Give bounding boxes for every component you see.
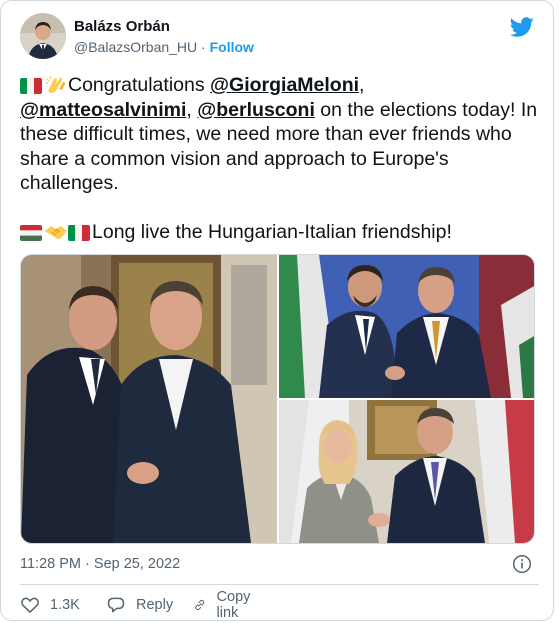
heart-icon [21,597,39,613]
tweet-text-intro: Congratulations [68,74,211,96]
divider [20,584,539,585]
mention-berlusconi[interactable]: @berlusconi [197,99,315,121]
clapping-hands-icon [46,75,65,93]
mention-giorgiameloni[interactable]: @GiorgiaMeloni [210,74,359,96]
tweet-timestamp[interactable]: 11:28 PM · Sep 25, 2022 [20,556,180,572]
photo-salvini-orban[interactable] [279,255,534,398]
like-button[interactable]: 1.3K [20,593,80,617]
copy-link-label: Copy link [216,589,251,621]
tweet-date: Sep 25, 2022 [93,556,181,572]
tweet-card: Balázs Orbán @BalazsOrban_HU · Follow Co… [0,0,554,621]
link-icon [195,599,205,611]
handle-separator: · [201,39,206,55]
tweet-text: Congratulations @GiorgiaMeloni, @matteos… [20,73,540,244]
handle-row: @BalazsOrban_HU · Follow [74,39,254,55]
photo-meloni-orban[interactable] [279,400,534,543]
tweet-text-closing: Long live the Hungarian-Italian friendsh… [92,220,452,243]
copy-link-button[interactable]: Copy link [193,589,257,620]
comma: , [359,74,365,96]
media-grid [20,254,535,544]
timestamp-separator: · [85,556,90,572]
avatar[interactable] [20,13,66,59]
tweet-header: Balázs Orbán @BalazsOrban_HU · Follow [20,13,539,61]
twitter-bird-icon[interactable] [510,15,534,39]
info-icon[interactable] [512,554,532,574]
reply-label: Reply [136,597,174,613]
comma: , [186,98,198,121]
reply-button[interactable]: Reply [106,593,173,617]
hungary-flag-icon [20,224,42,241]
author-handle[interactable]: @BalazsOrban_HU [74,39,197,55]
tweet-time: 11:28 PM [20,556,81,572]
italy-flag-icon [68,224,90,241]
author-name[interactable]: Balázs Orbán [74,18,170,35]
handshake-icon [45,225,67,239]
follow-button[interactable]: Follow [210,39,254,55]
photo-berlusconi-orban[interactable] [21,255,277,543]
mention-matteosalvinimi[interactable]: @matteosalvinimi [20,99,186,121]
italy-flag-icon [20,78,42,94]
reply-icon [107,597,125,613]
like-count: 1.3K [50,597,80,613]
